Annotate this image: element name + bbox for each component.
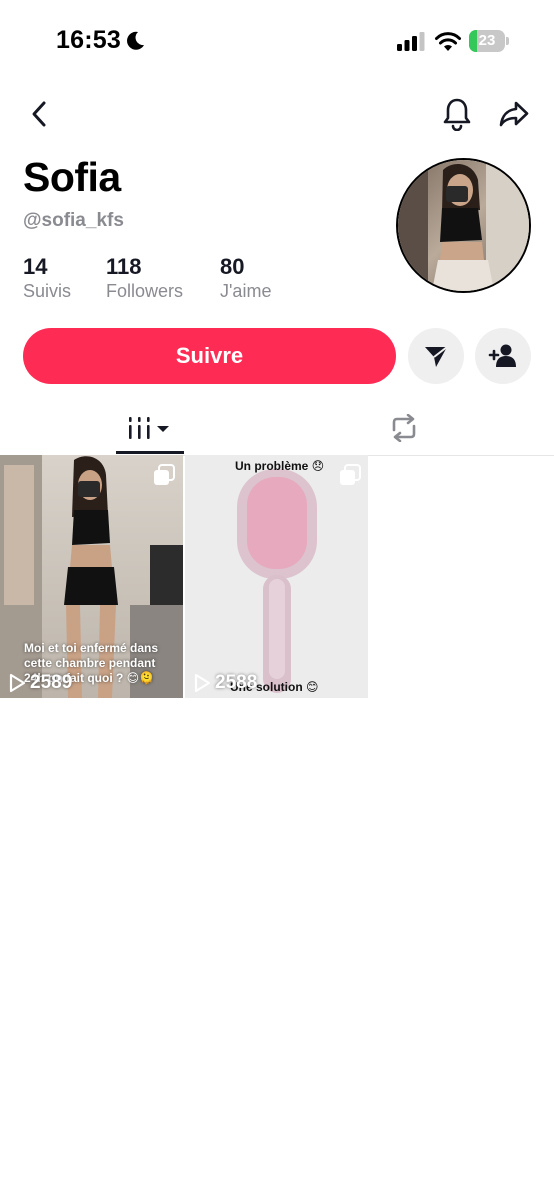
status-time: 16:53 [56,26,121,54]
back-button[interactable] [24,98,54,130]
moon-icon [127,31,144,50]
follow-button[interactable]: Suivre [23,328,396,384]
profile-handle: @sofia_kfs [23,210,124,231]
stat-label: Followers [106,281,184,301]
status-bar: 16:53 23 [0,0,554,84]
chevron-left-icon [32,101,46,127]
stat-followers[interactable]: 118 Followers [106,254,183,302]
message-button[interactable] [408,328,464,384]
add-user-icon [488,344,516,367]
video-tile[interactable]: Un problème 😞 Une solution 😊 2588 [185,455,368,698]
profile-name: Sofia [23,154,121,200]
repost-icon [392,414,416,442]
notifications-button[interactable] [440,96,474,132]
view-count: 2588 [215,672,258,693]
tab-videos[interactable] [116,400,184,456]
video-tile[interactable]: Moi et toi enfermé dans cette chambre pe… [0,455,183,698]
grid-menu-icon [129,417,169,439]
cellular-signal-icon [397,32,425,51]
video-caption-top: Un problème 😞 [235,459,325,473]
battery-percent: 23 [478,32,496,49]
stat-value: 80 [220,254,245,279]
stat-label: J'aime [220,281,272,301]
avatar-photo [398,160,529,291]
avatar[interactable] [396,158,531,293]
video-thumbnail [185,455,368,698]
wifi-icon [435,32,461,51]
play-count: 2589 [8,672,72,694]
add-friend-button[interactable] [475,328,531,384]
battery-indicator: 23 [469,30,509,52]
bell-icon [443,98,471,131]
profile-tabs [0,400,554,456]
send-icon [425,346,448,367]
view-count: 2589 [30,672,73,693]
stat-following[interactable]: 14 Suivis [23,254,71,302]
play-icon [9,673,26,693]
share-arrow-icon [499,101,529,127]
active-tab-indicator [116,451,184,454]
play-icon [194,673,211,693]
stat-likes[interactable]: 80 J'aime [220,254,271,302]
tab-reposts[interactable] [370,400,438,456]
play-count: 2588 [193,672,257,694]
stat-value: 14 [23,254,48,279]
multi-photo-icon [154,464,175,485]
share-button[interactable] [496,97,532,131]
stat-value: 118 [106,254,142,279]
multi-photo-icon [340,464,361,485]
stat-label: Suivis [23,281,72,301]
